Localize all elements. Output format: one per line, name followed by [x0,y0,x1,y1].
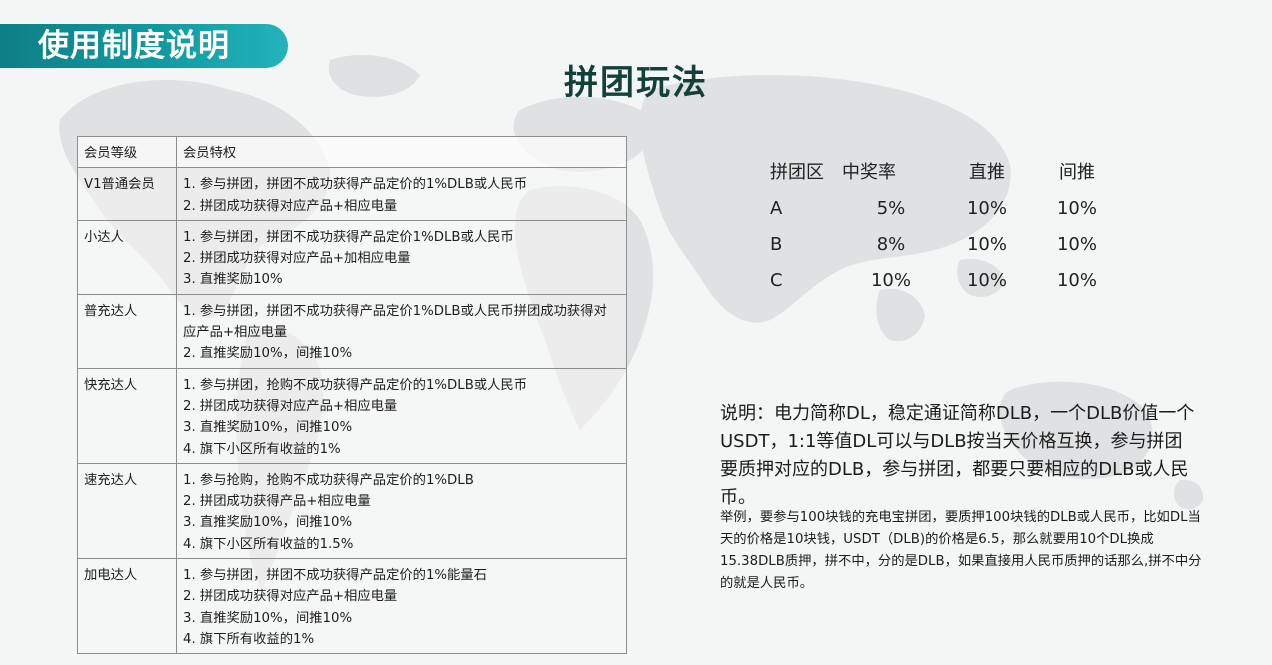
rate-cell-direct: 10% [966,269,1007,291]
member-level-cell: 加电达人 [77,558,177,655]
member-level-cell: 普充达人 [77,293,177,369]
member-level-cell: 快充达人 [77,367,177,464]
rate-cell-zone: B [770,233,783,255]
rate-cell-direct: 10% [966,197,1007,219]
perk-line: 2. 拼团成功获得对应产品+相应电量 [183,198,398,214]
rules-table-body: V1普通会员 1. 参与拼团，拼团不成功获得产品定价的1%DLB或人民币 2. 拼团… [77,167,627,655]
rate-cell-win-rate: 8% [876,233,906,255]
perk-line: 2. 拼团成功获得对应产品+加相应电量 [183,251,411,267]
perk-line: 4. 旗下所有收益的1% [183,631,315,647]
perk-line: 4. 旗下小区所有收益的1.5% [183,536,354,552]
table-row: V1普通会员 1. 参与拼团，拼团不成功获得产品定价的1%DLB或人民币 2. 拼团… [77,167,627,221]
perk-line: 1. 参与拼团，拼团不成功获得产品定价1%DLB或人民币 [183,229,514,245]
member-level-cell: V1普通会员 [77,167,177,221]
example-text: 举例，要参与100块钱的充电宝拼团，要质押100块钱的DLB或人民币，比如DL当… [720,510,1202,591]
rate-cell-direct: 10% [966,233,1007,255]
rate-header-zone: 拼团区 [770,162,824,183]
rate-row: C 10% 10% 10% [760,262,1122,298]
table-row: 快充达人 1. 参与拼团，抢购不成功获得产品定价的1%DLB或人民币 2. 拼团成功… [77,367,627,464]
perk-line: 2. 拼团成功获得对应产品+相应电量 [183,589,398,605]
perk-line: 3. 直推奖励10%，间推10% [183,420,353,436]
page-title: 拼团玩法 [564,63,708,103]
rate-row: A 5% 10% 10% [760,190,1122,226]
rate-cell-indirect: 10% [1056,269,1097,291]
perk-line: 1. 参与抢购，抢购不成功获得产品定价的1%DLB [183,472,474,488]
perk-line: 1. 参与拼团，拼团不成功获得产品定价1%DLB或人民币拼团成功获得对应产品+相… [183,303,607,341]
membership-rules-table: 会员等级 会员特权 V1普通会员 1. 参与拼团，拼团不成功获得产品定价的1%DL… [77,135,627,655]
perk-line: 3. 直推奖励10%，间推10% [183,610,353,626]
group-rate-table: 拼团区 中奖率 直推 间推 A 5% 10% 10% B 8% 10% 10% C 10% 10% 1… [760,152,1122,298]
table-row: 加电达人 1. 参与拼团，拼团不成功获得产品定价的1%能量石 2. 拼团成功获得对应… [77,558,627,655]
member-level-cell: 速充达人 [77,462,177,560]
rate-header-row: 拼团区 中奖率 直推 间推 [760,152,1122,190]
table-row: 普充达人 1. 参与拼团，拼团不成功获得产品定价1%DLB或人民币拼团成功获得对应… [77,293,627,369]
perk-line: 2. 直推奖励10%，间推10% [183,346,353,362]
perk-line: 4. 旗下小区所有收益的1% [183,441,341,457]
table-row: 小达人 1. 参与拼团，拼团不成功获得产品定价1%DLB或人民币 2. 拼团成功获得… [77,219,627,295]
member-perks-cell: 1. 参与拼团，拼团不成功获得产品定价1%DLB或人民币拼团成功获得对应产品+相… [176,293,627,369]
perk-line: 3. 直推奖励10% [183,272,283,288]
perk-line: 1. 参与拼团，拼团不成功获得产品定价的1%DLB或人民币 [183,177,528,193]
member-perks-cell: 1. 参与拼团，抢购不成功获得产品定价的1%DLB或人民币 2. 拼团成功获得对应… [176,367,627,464]
member-perks-cell: 1. 参与拼团，拼团不成功获得产品定价的1%DLB或人民币 2. 拼团成功获得对应… [176,167,627,221]
rate-cell-zone: C [770,269,783,291]
rate-cell-zone: A [770,197,783,219]
rate-cell-win-rate: 10% [870,269,911,291]
table-header-row: 会员等级 会员特权 [77,135,627,169]
rate-cell-indirect: 10% [1056,233,1097,255]
explanation-text: 说明：电力简称DL，稳定通证简称DLB，一个DLB价值一个USDT，1:1等值D… [720,403,1195,508]
rate-cell-win-rate: 5% [876,197,906,219]
perk-line: 2. 拼团成功获得对应产品+相应电量 [183,398,398,414]
rate-row: B 8% 10% 10% [760,226,1122,262]
header-level: 会员等级 [77,135,177,169]
perk-line: 2. 拼团成功获得产品+相应电量 [183,494,371,510]
perk-line: 3. 直推奖励10%，间推10% [183,515,353,531]
rate-header-direct: 直推 [969,162,1005,183]
perk-line: 1. 参与拼团，抢购不成功获得产品定价的1%DLB或人民币 [183,377,528,393]
perk-line: 1. 参与拼团，拼团不成功获得产品定价的1%能量石 [183,568,487,584]
rate-cell-indirect: 10% [1056,197,1097,219]
member-perks-cell: 1. 参与拼团，拼团不成功获得产品定价的1%能量石 2. 拼团成功获得对应产品+相… [176,558,627,655]
rate-header-indirect: 间推 [1059,162,1095,183]
rate-table-body: A 5% 10% 10% B 8% 10% 10% C 10% 10% 10% [760,190,1122,298]
table-row: 速充达人 1. 参与抢购，抢购不成功获得产品定价的1%DLB 2. 拼团成功获得产品… [77,462,627,560]
rate-header-win-rate: 中奖率 [842,162,896,183]
member-level-cell: 小达人 [77,219,177,295]
member-perks-cell: 1. 参与抢购，抢购不成功获得产品定价的1%DLB 2. 拼团成功获得产品+相应电… [176,462,627,560]
member-perks-cell: 1. 参与拼团，拼团不成功获得产品定价1%DLB或人民币 2. 拼团成功获得对应产… [176,219,627,295]
header-perks: 会员特权 [176,135,627,169]
